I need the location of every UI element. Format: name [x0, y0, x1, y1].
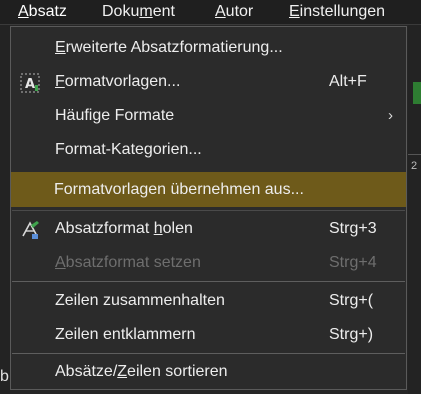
absatz-dropdown-menu: Erweiterte Absatzformatierung... A Forma…	[10, 26, 407, 390]
menu-absatz-mnemonic: A	[18, 3, 29, 20]
menu-item-absaetze-zeilen-sortieren[interactable]: Absätze/Zeilen sortieren	[12, 355, 405, 389]
menu-dokument-mnemonic: m	[139, 3, 153, 20]
menu-item-zeilen-zusammenhalten[interactable]: Zeilen zusammenhalten Strg+(	[12, 284, 405, 318]
menu-item-label: Absatzformat holen	[55, 220, 193, 237]
menu-item-absatzformat-setzen: Absatzformat setzen Strg+4	[12, 246, 405, 280]
menu-item-erweiterte-absatzformatierung[interactable]: Erweiterte Absatzformatierung...	[12, 31, 405, 65]
app-window: 2 b Absatz Dokument Autor Einstellungen …	[0, 0, 421, 394]
menu-dokument-pre: Doku	[102, 3, 140, 20]
document-area-left	[0, 25, 10, 394]
menu-dokument[interactable]: Dokument	[102, 2, 175, 22]
menu-einstellungen[interactable]: Einstellungen	[289, 2, 385, 22]
label-rest: ormatvorlagen...	[64, 73, 181, 90]
format-painter-icon	[20, 220, 40, 240]
menu-dokument-rest: ent	[152, 3, 175, 20]
menu-item-label: Zeilen zusammenhalten	[55, 292, 225, 309]
menu-separator	[12, 210, 405, 211]
menu-bar: Absatz Dokument Autor Einstellungen	[0, 0, 421, 25]
style-icon: A	[20, 73, 40, 93]
shortcut-label: Strg+)	[329, 326, 374, 343]
menu-item-zeilen-entklammern[interactable]: Zeilen entklammern Strg+)	[12, 318, 405, 352]
menu-item-label: Häufige Formate	[55, 107, 175, 124]
menu-item-haeufige-formate[interactable]: Häufige Formate ›	[12, 99, 405, 133]
document-area-right	[408, 25, 421, 394]
menu-einstellungen-rest: instellungen	[299, 3, 386, 20]
ruler-number: 2	[411, 160, 418, 172]
menu-item-formatvorlagen-uebernehmen[interactable]: Formatvorlagen übernehmen aus...	[11, 172, 406, 207]
menu-item-label: Formatvorlagen übernehmen aus...	[54, 181, 304, 198]
shortcut-label: Alt+F	[329, 73, 367, 90]
menu-item-label: Format-Kategorien...	[55, 141, 202, 158]
menu-item-label: Absätze/Zeilen sortieren	[55, 363, 228, 380]
label-rest: bsatzformat setzen	[65, 254, 201, 271]
label-rest: eilen sortieren	[127, 363, 228, 380]
shortcut-label: Strg+(	[329, 292, 374, 309]
document-text-fragment: b	[0, 368, 9, 385]
menu-einstellungen-mnemonic: E	[289, 3, 300, 20]
menu-item-absatzformat-holen[interactable]: Absatzformat holen Strg+3	[12, 212, 405, 246]
menu-item-format-kategorien[interactable]: Format-Kategorien...	[12, 133, 405, 167]
green-indicator	[413, 82, 421, 104]
menu-item-formatvorlagen[interactable]: A Formatvorlagen... Alt+F	[12, 65, 405, 99]
menu-autor-mnemonic: A	[215, 3, 226, 20]
menu-autor[interactable]: Autor	[215, 2, 253, 22]
menu-separator	[12, 281, 405, 282]
menu-autor-rest: utor	[225, 3, 254, 20]
ruler-line	[408, 154, 421, 155]
label-rest: olen	[162, 220, 193, 237]
shortcut-label: Strg+3	[329, 220, 377, 237]
menu-absatz-rest: bsatz	[28, 3, 67, 20]
label-rest: rweiterte Absatzformatierung...	[65, 39, 283, 56]
menu-item-label: Erweiterte Absatzformatierung...	[55, 39, 283, 56]
menu-item-label: Formatvorlagen...	[55, 73, 181, 90]
chevron-right-icon: ›	[388, 107, 393, 124]
svg-text:A: A	[25, 77, 35, 92]
shortcut-label: Strg+4	[329, 254, 377, 271]
menu-item-label: Absatzformat setzen	[55, 254, 201, 271]
menu-absatz[interactable]: Absatz	[18, 2, 67, 22]
menu-item-label: Zeilen entklammern	[55, 326, 196, 343]
menu-separator	[12, 353, 405, 354]
